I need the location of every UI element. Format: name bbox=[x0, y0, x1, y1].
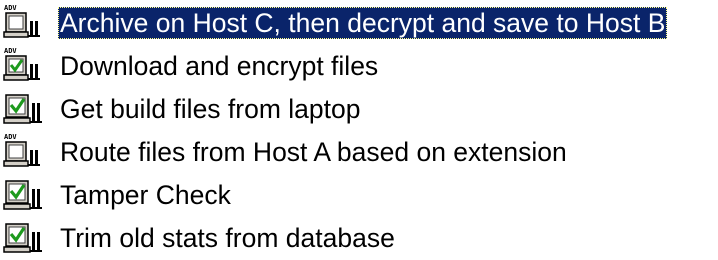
job-list: ADV Archive on Host C, then decrypt and … bbox=[0, 0, 718, 260]
job-item-label: Archive on Host C, then decrypt and save… bbox=[58, 7, 668, 39]
job-item-archive-host-c[interactable]: ADV Archive on Host C, then decrypt and … bbox=[0, 0, 718, 42]
svg-text:ADV: ADV bbox=[4, 4, 17, 12]
job-item-label: Get build files from laptop bbox=[60, 94, 361, 124]
svg-text:ADV: ADV bbox=[4, 47, 17, 55]
job-item-trim-old-stats[interactable]: Trim old stats from database bbox=[0, 215, 718, 257]
job-item-tamper-check[interactable]: Tamper Check bbox=[0, 172, 718, 214]
job-item-get-build-files[interactable]: Get build files from laptop bbox=[0, 86, 718, 128]
advanced-job-icon: ADV bbox=[2, 132, 56, 170]
job-checked-icon bbox=[2, 218, 56, 256]
job-item-label: Download and encrypt files bbox=[60, 51, 379, 81]
advanced-job-icon: ADV bbox=[2, 3, 56, 41]
job-checked-icon bbox=[2, 175, 56, 213]
job-item-label: Tamper Check bbox=[60, 180, 231, 210]
advanced-job-checked-icon: ADV bbox=[2, 46, 56, 84]
job-checked-icon bbox=[2, 89, 56, 127]
job-item-label: Route files from Host A based on extensi… bbox=[60, 137, 567, 167]
job-item-download-encrypt[interactable]: ADV Download and encrypt files bbox=[0, 43, 718, 85]
job-item-label: Trim old stats from database bbox=[60, 223, 395, 253]
svg-text:ADV: ADV bbox=[4, 133, 17, 141]
job-item-route-files[interactable]: ADV Route files from Host A based on ext… bbox=[0, 129, 718, 171]
